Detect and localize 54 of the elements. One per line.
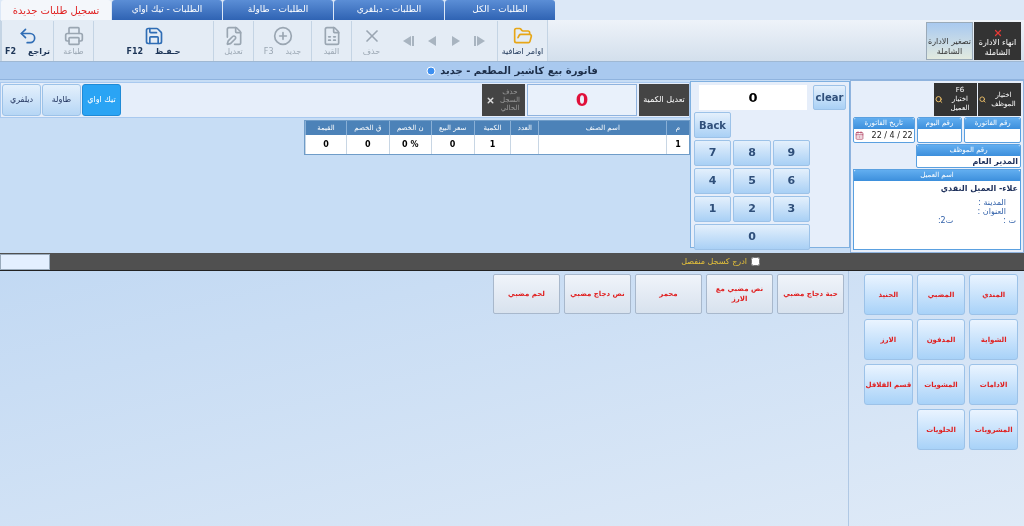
- numpad-key[interactable]: 8: [733, 140, 771, 166]
- status-dot-icon: [426, 65, 437, 76]
- tab[interactable]: تسجيل طلبات جديدة: [1, 0, 111, 20]
- search-icon: [979, 95, 986, 104]
- numpad-display: 0: [699, 85, 807, 110]
- checkbox-label: ادرج كسجل منفصل: [681, 255, 747, 268]
- numpad-key[interactable]: 3: [772, 196, 810, 222]
- form-title: فاتورة بيع كاشير المطعم - جديد: [440, 64, 598, 78]
- phone-label: ت2:: [937, 216, 954, 225]
- numpad-key[interactable]: 0: [694, 224, 810, 250]
- numpad-key[interactable]: 6: [772, 168, 810, 194]
- delete-icon: [486, 95, 495, 105]
- tab[interactable]: الطلبات - دبلفري: [334, 0, 444, 20]
- calendar-icon[interactable]: [855, 131, 864, 140]
- numpad-key[interactable]: 1: [694, 196, 732, 222]
- search-icon: [935, 95, 943, 104]
- address-label: المدينة :: [977, 198, 1007, 207]
- tab[interactable]: الطلبات - طاولة: [223, 0, 333, 20]
- minimize-management-button[interactable]: تصغير الادارة الشاملة: [926, 21, 973, 60]
- save-icon: [143, 25, 164, 46]
- close-management-button[interactable]: انهاء الادارة الشاملة: [974, 21, 1021, 60]
- date-value: 22 / 4 / 22: [871, 129, 913, 142]
- quantity-display: 0: [527, 84, 637, 116]
- numpad-key[interactable]: 7: [694, 140, 732, 166]
- table-cell: 0: [323, 138, 329, 151]
- tab[interactable]: الطلبات - الكل: [445, 0, 555, 20]
- address-label: العنوان :: [976, 207, 1007, 216]
- numpad-key[interactable]: 2: [733, 196, 771, 222]
- table-cell: 1: [675, 138, 681, 151]
- order-type-button[interactable]: تيك اواي: [82, 84, 121, 116]
- table-cell: 0 %: [402, 138, 419, 151]
- clear-button[interactable]: clear: [813, 85, 846, 110]
- add-icon: [272, 25, 293, 46]
- close-icon: [992, 27, 1003, 38]
- separate-record-checkbox[interactable]: [751, 257, 760, 266]
- edit-quantity-button[interactable]: تعديل الكمية: [639, 84, 689, 116]
- customer-name: علاء- العميل النقدي: [939, 183, 1019, 195]
- printer-icon: [63, 25, 84, 46]
- numpad-key[interactable]: 5: [733, 168, 771, 194]
- table-cell: 0: [449, 138, 456, 151]
- employee-value: المدير العام: [971, 156, 1019, 168]
- back-button[interactable]: Back: [694, 112, 731, 138]
- order-type-button[interactable]: ديلفري: [2, 84, 41, 116]
- text-field[interactable]: [0, 253, 50, 270]
- table-cell: 1: [489, 138, 496, 151]
- toolbar-button[interactable]: اوامر اضافية: [497, 20, 547, 61]
- undo-icon: [17, 25, 38, 46]
- numpad-key[interactable]: 9: [772, 140, 810, 166]
- order-type-button[interactable]: طاولة: [42, 84, 81, 116]
- folder-icon: [512, 25, 533, 46]
- tab[interactable]: الطلبات - تيك اواي: [112, 0, 222, 20]
- phone-label: ت :: [1003, 216, 1016, 225]
- numpad-key[interactable]: 4: [694, 168, 732, 194]
- table-cell: 0: [365, 138, 371, 151]
